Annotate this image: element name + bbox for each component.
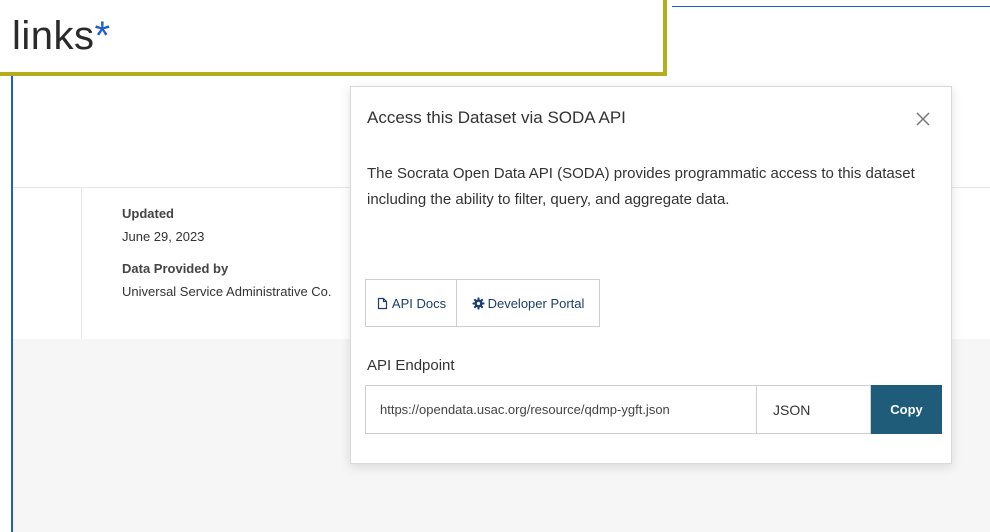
close-icon[interactable] [911,107,935,131]
modal-title: Access this Dataset via SODA API [367,108,626,127]
document-icon [376,297,389,310]
api-links-group: API Docs Developer Portal [365,279,600,327]
provider-value: Universal Service Administrative Co. [122,284,332,299]
metadata-block: Updated June 29, 2023 Data Provided by U… [122,206,362,299]
soda-api-modal: Access this Dataset via SODA API The Soc… [350,86,952,464]
copy-button[interactable]: Copy [871,385,942,434]
header-callout: links* [0,0,667,76]
provider-label: Data Provided by [122,261,229,276]
api-endpoint-label: API Endpoint [367,357,455,374]
frame-left-line [11,76,13,532]
developer-portal-label: Developer Portal [487,295,585,311]
format-select[interactable]: JSON [757,385,871,434]
metadata-divider [81,188,82,339]
callout-word: links [12,14,95,58]
updated-value: June 29, 2023 [122,229,205,244]
updated-label: Updated [122,206,174,221]
format-select-value: JSON [773,401,811,418]
modal-description: The Socrata Open Data API (SODA) provide… [367,165,915,208]
callout-text: links* [12,14,111,59]
api-docs-label: API Docs [391,295,447,311]
api-docs-button[interactable]: API Docs [366,280,456,326]
gear-icon [472,297,485,310]
api-endpoint-input[interactable] [365,385,757,434]
developer-portal-button[interactable]: Developer Portal [456,280,599,326]
api-endpoint-row: JSON Copy [365,385,942,434]
callout-asterisk: * [94,14,111,58]
